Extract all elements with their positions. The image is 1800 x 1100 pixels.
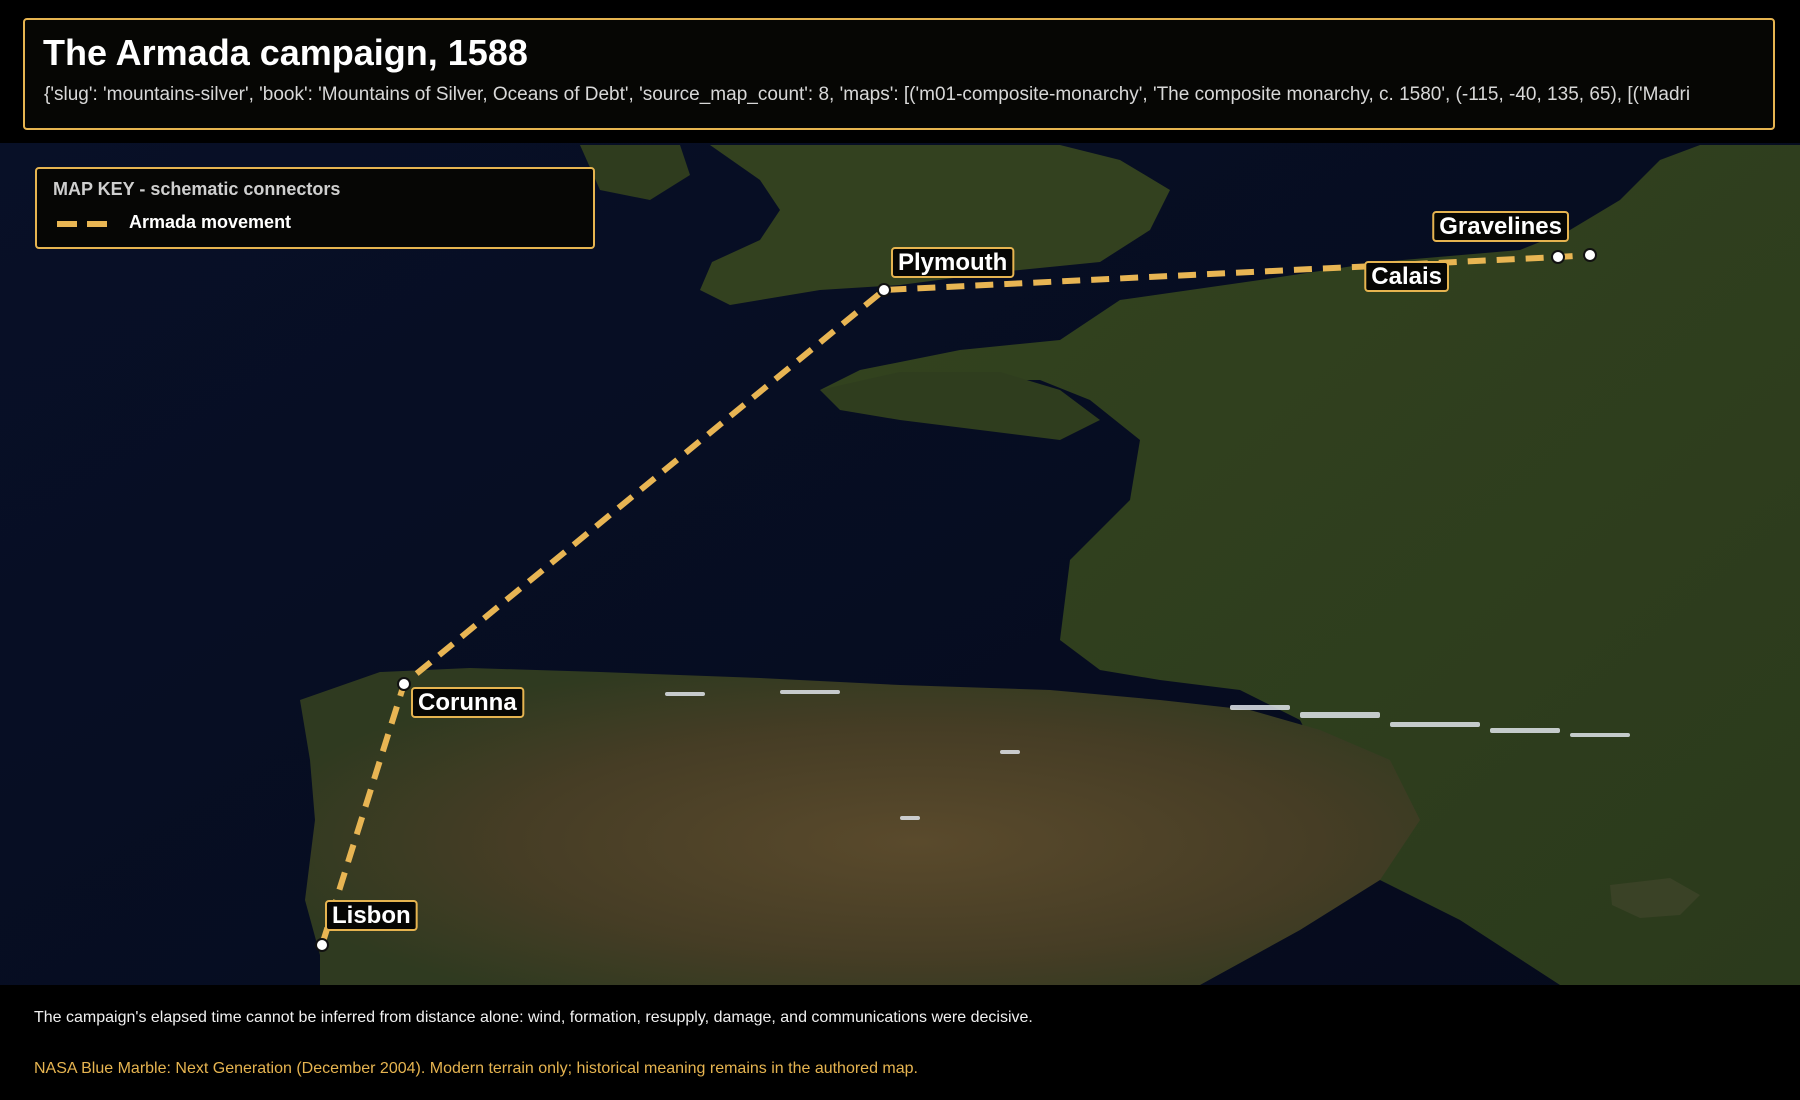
map-canvas: Lisbon Corunna Plymouth Calais Gravelines [0, 0, 1800, 1100]
source-credit: NASA Blue Marble: Next Generation (Decem… [34, 1060, 918, 1077]
place-label: Lisbon [332, 902, 411, 929]
place-marker [397, 677, 411, 691]
map-key: MAP KEY - schematic connectors Armada mo… [35, 167, 595, 249]
place-label: Calais [1371, 263, 1442, 290]
place-marker [315, 938, 329, 952]
place-marker [1583, 248, 1597, 262]
place-label: Plymouth [898, 249, 1007, 276]
legend-swatch-dashed [57, 221, 113, 227]
place-marker [877, 283, 891, 297]
metadata-line: {'slug': 'mountains-silver', 'book': 'Mo… [44, 84, 1691, 105]
footer-note: The campaign's elapsed time cannot be in… [34, 1009, 1033, 1026]
legend-item-label: Armada movement [129, 212, 292, 232]
title-panel: The Armada campaign, 1588 {'slug': 'moun… [23, 18, 1775, 130]
map-title: The Armada campaign, 1588 [43, 32, 528, 73]
place-marker [1551, 250, 1565, 264]
place-label: Corunna [418, 689, 517, 716]
place-label: Gravelines [1439, 213, 1562, 240]
footer: The campaign's elapsed time cannot be in… [0, 985, 1800, 1100]
map-key-title: MAP KEY - schematic connectors [53, 179, 341, 199]
